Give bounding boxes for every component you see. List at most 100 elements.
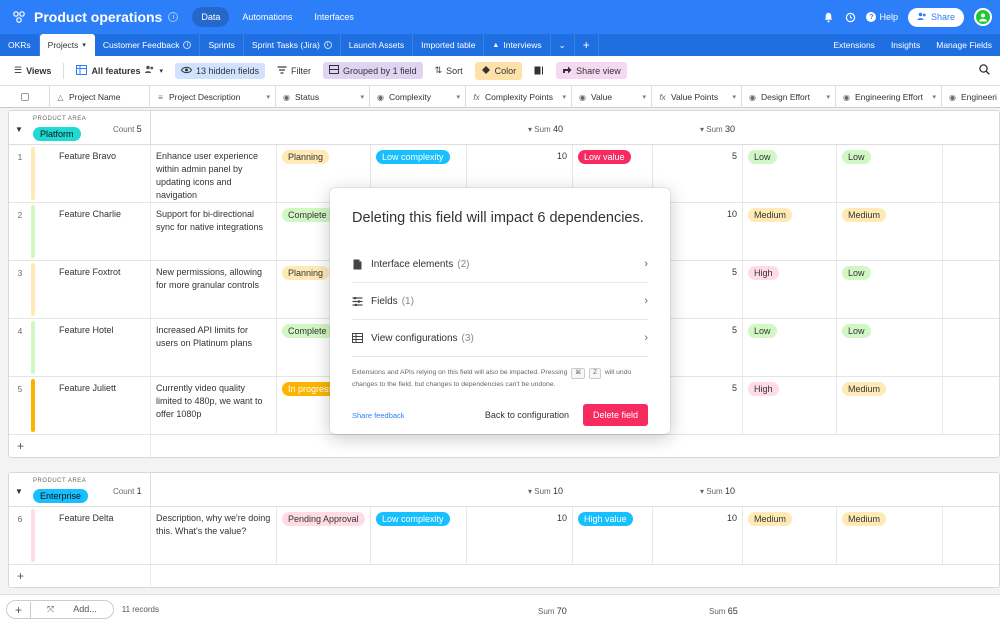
add-row[interactable]: + [9, 565, 999, 587]
cell-engineering-partial[interactable] [943, 319, 993, 376]
chevron-down-icon[interactable]: ▾ [266, 93, 270, 101]
cell-complexity-points[interactable]: 10 [467, 507, 573, 564]
cell-engineering-effort[interactable]: Medium [837, 377, 943, 434]
cell-value-points[interactable]: 10 [653, 507, 743, 564]
chevron-down-icon[interactable]: ▾ [562, 93, 566, 101]
column-header-engineering-partial[interactable]: ◉ Engineeri [942, 86, 1000, 108]
column-header-complexity[interactable]: ◉ Complexity ▾ [370, 86, 466, 108]
chevron-down-icon[interactable]: ▾ [456, 93, 460, 101]
cell-engineering-partial[interactable] [943, 507, 993, 564]
column-header-value-points[interactable]: fx Value Points ▾ [652, 86, 742, 108]
cell-project-name[interactable]: Feature Foxtrot [35, 261, 151, 318]
tab-interviews[interactable]: ▲ Interviews [484, 34, 551, 56]
add-row-cell[interactable]: + [9, 435, 151, 457]
back-to-configuration-button[interactable]: Back to configuration [485, 410, 569, 420]
group-complexity-sum[interactable]: ▾ Sum 40 [528, 124, 563, 134]
footer-value-sum[interactable]: Sum 65 [709, 606, 738, 616]
column-header-project-name[interactable]: △ Project Name [50, 86, 150, 108]
row-height-icon[interactable] [528, 63, 550, 78]
bell-icon[interactable] [822, 11, 834, 23]
cell-design-effort[interactable]: Low [743, 319, 837, 376]
tab-sprints[interactable]: Sprints [200, 34, 244, 56]
add-row[interactable]: + [9, 435, 999, 457]
base-title[interactable]: Product operations [34, 9, 162, 25]
footer-complexity-sum[interactable]: Sum 70 [538, 606, 567, 616]
cell-engineering-effort[interactable]: Low [837, 261, 943, 318]
cell-engineering-effort[interactable]: Medium [837, 203, 943, 260]
column-header-complexity-points[interactable]: fx Complexity Points ▾ [466, 86, 572, 108]
cell-engineering-partial[interactable] [943, 261, 993, 318]
tab-imported-table[interactable]: Imported table [413, 34, 485, 56]
manage-fields-button[interactable]: Manage Fields [928, 34, 1000, 56]
column-header-project-description[interactable]: ≡ Project Description ▾ [150, 86, 276, 108]
collapse-triangle-icon[interactable]: ▼ [15, 487, 23, 496]
group-complexity-sum[interactable]: ▾ Sum 10 [528, 486, 563, 496]
cell-value[interactable]: High value [573, 507, 653, 564]
add-row-cell[interactable]: + [9, 565, 151, 587]
column-header-status[interactable]: ◉ Status ▾ [276, 86, 370, 108]
cell-design-effort[interactable]: High [743, 377, 837, 434]
cell-design-effort[interactable]: High [743, 261, 837, 318]
add-record-button[interactable]: + ⤧ Add... [6, 600, 114, 619]
view-switcher[interactable]: All features ▾ [70, 62, 169, 80]
hide-fields-button[interactable]: 13 hidden fields [174, 62, 266, 79]
cell-project-name[interactable]: Feature Bravo [35, 145, 151, 202]
group-button[interactable]: Grouped by 1 field [323, 62, 423, 79]
insights-button[interactable]: Insights [883, 34, 928, 56]
group-header[interactable]: ▼ PRODUCT AREA Enterprise Count 1 ▾ Sum 10 ▾ … [9, 473, 999, 507]
delete-field-button[interactable]: Delete field [582, 404, 648, 426]
chevron-down-icon[interactable]: ▾ [732, 93, 736, 101]
checkbox-icon[interactable] [20, 93, 29, 101]
base-logo-icon[interactable] [12, 10, 26, 24]
tab-sprint-tasks[interactable]: Sprint Tasks (Jira) i [244, 34, 341, 56]
cell-design-effort[interactable]: Medium [743, 507, 837, 564]
cell-project-name[interactable]: Feature Hotel [35, 319, 151, 376]
tab-customer-feedback[interactable]: Customer Feedback i [95, 34, 201, 56]
views-button[interactable]: ☰ Views [8, 62, 57, 79]
plus-icon[interactable]: + [17, 439, 24, 453]
more-tabs-chevron-icon[interactable]: ⌄ [551, 34, 575, 56]
search-icon[interactable] [979, 64, 990, 77]
nav-automations[interactable]: Automations [233, 7, 301, 27]
column-header-design-effort[interactable]: ◉ Design Effort ▾ [742, 86, 836, 108]
cell-project-description[interactable]: Currently video quality limited to 480p,… [151, 377, 277, 434]
sort-button[interactable]: ⇅ Sort [429, 62, 469, 79]
cell-project-description[interactable]: Increased API limits for users on Platin… [151, 319, 277, 376]
chevron-down-icon[interactable]: ▾ [360, 93, 364, 101]
history-icon[interactable] [844, 11, 856, 23]
tab-launch-assets[interactable]: Launch Assets [341, 34, 414, 56]
cell-engineering-effort[interactable]: Medium [837, 507, 943, 564]
group-value-sum[interactable]: ▾ Sum 10 [700, 486, 735, 496]
cell-project-name[interactable]: Feature Delta [35, 507, 151, 564]
color-button[interactable]: Color [474, 61, 523, 80]
cell-status[interactable]: Pending Approval [277, 507, 371, 564]
extensions-button[interactable]: Extensions [825, 34, 883, 56]
add-table-icon[interactable]: + [575, 34, 599, 56]
table-row[interactable]: 6 Feature Delta Description, why we're doi… [9, 507, 999, 565]
cell-project-description[interactable]: Description, why we're doing this. What'… [151, 507, 277, 564]
user-avatar[interactable] [974, 8, 992, 26]
collapse-triangle-icon[interactable]: ▼ [15, 125, 23, 134]
plus-icon[interactable]: + [17, 569, 24, 583]
group-header[interactable]: ▼ PRODUCT AREA Platform Count 5 ▾ Sum 40 ▾ Su… [9, 111, 999, 145]
share-base-button[interactable]: Share [907, 7, 964, 27]
share-feedback-link[interactable]: Share feedback [352, 411, 405, 420]
column-header-engineering-effort[interactable]: ◉ Engineering Effort ▾ [836, 86, 942, 108]
dependency-interface-elements[interactable]: Interface elements (2) › [352, 246, 648, 283]
nav-interfaces[interactable]: Interfaces [305, 7, 363, 27]
group-value-sum[interactable]: ▾ Sum 30 [700, 124, 735, 134]
share-view-button[interactable]: Share view [556, 62, 627, 79]
help-button[interactable]: ? Help [866, 12, 898, 22]
cell-project-description[interactable]: Support for bi-directional sync for nati… [151, 203, 277, 260]
base-info-icon[interactable]: i [168, 12, 179, 22]
chevron-down-icon[interactable]: ▾ [826, 93, 830, 101]
tab-projects[interactable]: Projects ▾ [39, 34, 95, 56]
cell-complexity[interactable]: Low complexity [371, 507, 467, 564]
select-all-cell[interactable] [0, 86, 50, 108]
cell-project-description[interactable]: New permissions, allowing for more granu… [151, 261, 277, 318]
dependency-view-configurations[interactable]: View configurations (3) › [352, 320, 648, 357]
nav-data[interactable]: Data [192, 7, 230, 27]
filter-button[interactable]: Filter [271, 63, 317, 79]
cell-project-name[interactable]: Feature Charlie [35, 203, 151, 260]
tab-okrs[interactable]: OKRs [0, 34, 40, 56]
